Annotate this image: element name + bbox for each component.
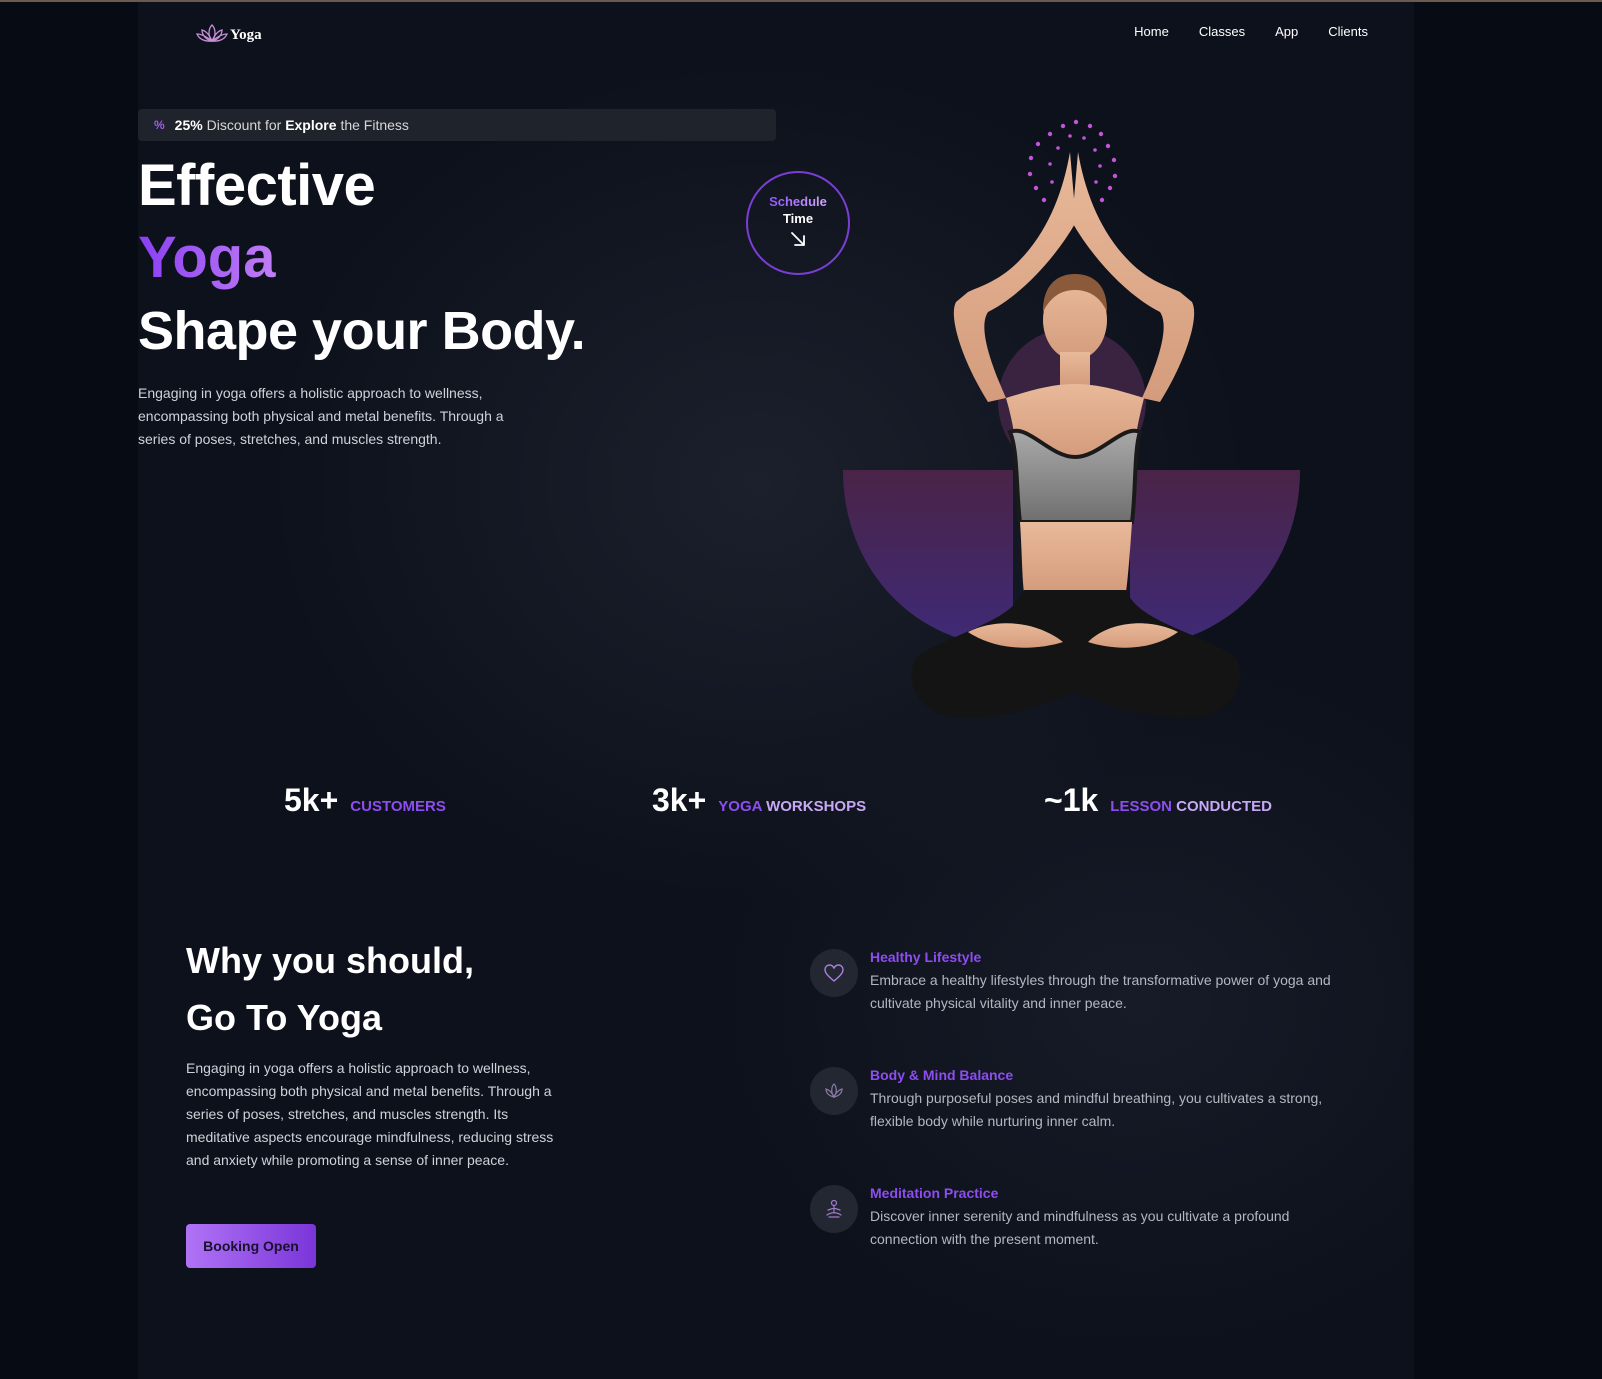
- nav-clients[interactable]: Clients: [1328, 24, 1368, 39]
- percent-icon: %: [154, 118, 165, 132]
- stat-label-a: LESSON: [1110, 798, 1172, 815]
- stat-lessons: ~1k LESSON CONDUCTED: [1044, 782, 1272, 819]
- booking-open-button[interactable]: Booking Open: [186, 1224, 316, 1268]
- why-title-line-2: Go To Yoga: [186, 997, 382, 1038]
- stat-customers: 5k+ CUSTOMERS: [284, 782, 446, 819]
- promo-text-1: Discount for: [206, 117, 282, 133]
- feature-title: Healthy Lifestyle: [870, 949, 982, 965]
- nav-classes[interactable]: Classes: [1199, 24, 1245, 39]
- stat-label: YOGA WORKSHOPS: [718, 798, 866, 815]
- schedule-time-button[interactable]: Schedule Time: [746, 171, 850, 275]
- promo-bold: Explore: [285, 117, 337, 133]
- stat-label-a: CUSTOMERS: [350, 798, 446, 815]
- stat-number: ~1k: [1044, 782, 1099, 818]
- nav-app[interactable]: App: [1275, 24, 1298, 39]
- stat-label: CUSTOMERS: [350, 798, 446, 815]
- schedule-label-1: Schedule: [769, 193, 827, 209]
- why-description: Engaging in yoga offers a holistic appro…: [186, 1060, 554, 1168]
- heart-icon: [810, 949, 858, 997]
- promo-text-2: the Fitness: [340, 117, 409, 133]
- stat-label: LESSON CONDUCTED: [1110, 798, 1272, 815]
- feature-title: Meditation Practice: [870, 1185, 999, 1201]
- feature-description: Embrace a healthy lifestyles through the…: [870, 972, 1331, 1011]
- hero-description: Engaging in yoga offers a holistic appro…: [138, 385, 504, 447]
- hero-image: [838, 112, 1318, 752]
- nav-home[interactable]: Home: [1134, 24, 1169, 39]
- brand-name: Yoga: [230, 27, 262, 43]
- lotus-icon: [810, 1067, 858, 1115]
- promo-text: 25% Discount for Explore the Fitness: [175, 117, 409, 133]
- logo[interactable]: Yoga: [196, 22, 262, 49]
- stat-number: 5k+: [284, 782, 339, 818]
- why-title: Why you should, Go To Yoga: [186, 932, 474, 1046]
- hero-line-3: Shape your Body.: [138, 301, 586, 361]
- feature-description: Discover inner serenity and mindfulness …: [870, 1208, 1290, 1247]
- main-nav: Home Classes App Clients: [1134, 24, 1368, 39]
- meditation-icon: [810, 1185, 858, 1233]
- arrow-down-right-icon: [789, 230, 807, 253]
- feature-description: Through purposeful poses and mindful bre…: [870, 1090, 1323, 1129]
- promo-percent: 25%: [174, 117, 203, 133]
- stat-label-b: WORKSHOPS: [766, 798, 867, 815]
- schedule-label-2: Time: [782, 210, 814, 226]
- promo-banner: % 25% Discount for Explore the Fitness: [138, 109, 776, 141]
- lotus-logo-icon: [196, 22, 228, 49]
- stat-workshops: 3k+ YOGA WORKSHOPS: [652, 782, 866, 819]
- hero-line-1: Effective: [138, 153, 376, 218]
- stat-number: 3k+: [652, 782, 707, 818]
- stat-label-b: CONDUCTED: [1176, 798, 1272, 815]
- page: Yoga Home Classes App Clients % 25% Disc…: [138, 2, 1414, 1379]
- hero-line-2: Yoga: [138, 225, 276, 290]
- why-title-line-1: Why you should,: [186, 940, 474, 981]
- stat-label-a: YOGA: [718, 798, 762, 815]
- feature-title: Body & Mind Balance: [870, 1067, 1014, 1083]
